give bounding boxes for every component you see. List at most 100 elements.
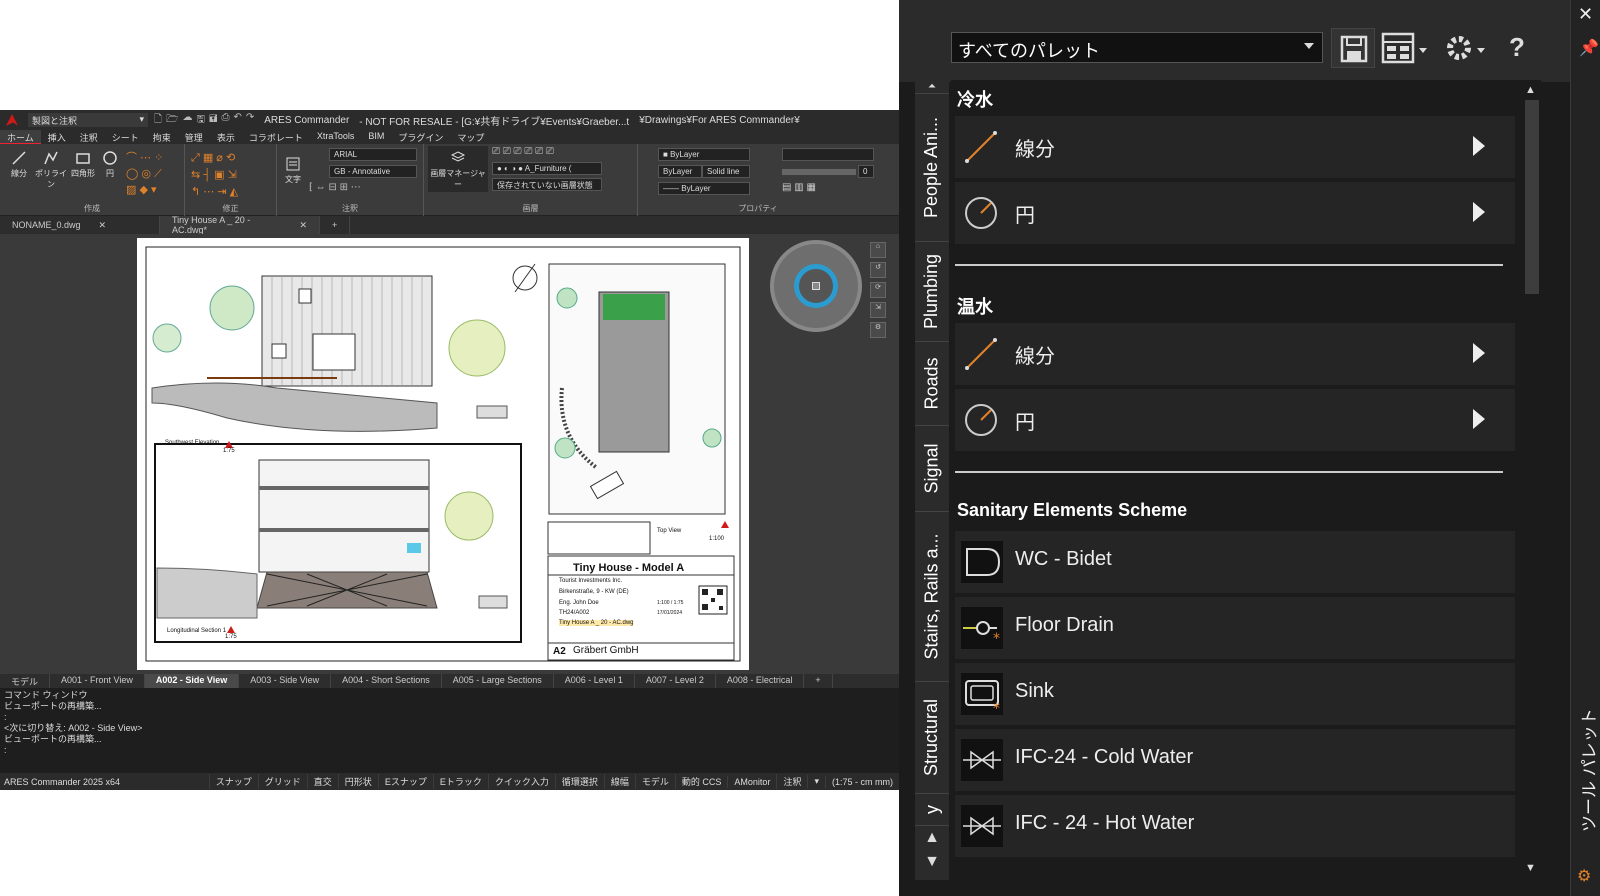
tab-constraints[interactable]: 拘束 (146, 130, 178, 144)
pin-icon[interactable]: 📌 (1579, 38, 1599, 58)
palette-item-line[interactable]: 線分 (955, 116, 1515, 178)
navigation-wheel[interactable] (770, 240, 862, 332)
tab-insert[interactable]: 挿入 (41, 130, 73, 144)
workspace-select[interactable]: 製図と注釈 ▾ (28, 113, 148, 127)
save-palette-button[interactable] (1331, 28, 1375, 68)
layout-tab-a002[interactable]: A002 - Side View (144, 674, 240, 688)
palette-item-sink[interactable]: * Sink (955, 663, 1515, 725)
tab-annotate[interactable]: 注釈 (73, 130, 105, 144)
palette-item-hot-water-valve[interactable]: IFC - 24 - Hot Water (955, 795, 1515, 857)
quick-input-toggle[interactable]: クイック入力 (487, 774, 555, 789)
layout-tab-a006[interactable]: A006 - Level 1 (554, 674, 635, 688)
help-icon[interactable]: ? (1497, 28, 1537, 68)
layer-select[interactable]: ● ◐ ◑ ● A_Furniture ( (492, 162, 602, 175)
palette-tab-plumbing[interactable]: Plumbing (915, 242, 949, 342)
transparency-slider[interactable] (782, 169, 856, 175)
tab-bim[interactable]: BIM (361, 130, 391, 144)
chevron-down-icon[interactable]: ▾ (807, 775, 825, 788)
transparency-value-box[interactable]: 0 (858, 165, 874, 178)
palette-tab-stairs[interactable]: Stairs, Rails a... (915, 512, 949, 682)
polyline-tool-button[interactable]: ポリライン (34, 150, 68, 190)
flyout-arrow-icon[interactable] (1473, 409, 1485, 429)
tab-view[interactable]: 表示 (210, 130, 242, 144)
lineweight-toggle[interactable]: 線幅 (603, 774, 635, 789)
print-icon[interactable]: ⎙ (221, 112, 229, 129)
palette-tab-signal[interactable]: Signal (915, 426, 949, 512)
tab-manage[interactable]: 管理 (178, 130, 210, 144)
tabs-scroll-down-arrow-icon[interactable]: ▼ (915, 850, 949, 874)
close-icon[interactable]: ✕ (1578, 4, 1593, 25)
view-cube-icon[interactable] (812, 282, 820, 290)
annotation-toggle[interactable]: 注釈 (776, 774, 807, 789)
layer-tools[interactable]: ⎚ ⎚ ⎚ ⎚ ⎚ ⎚ (492, 146, 632, 157)
palette-item-line[interactable]: 線分 (955, 323, 1515, 385)
palette-item-cold-water-valve[interactable]: IFC-24 - Cold Water (955, 729, 1515, 791)
undo-icon[interactable]: ↶ (233, 112, 241, 129)
doc-tab-noname[interactable]: NONAME_0.dwg ✕ (0, 216, 160, 234)
close-icon[interactable]: ✕ (99, 220, 107, 231)
ortho-toggle[interactable]: 直交 (306, 774, 338, 789)
modify-tools[interactable]: ⤢ ▦ ⌀ ⟲ ⇆ ┤ ▣ ⇲ ↰ ⋯ ⇥ ◭ (191, 150, 271, 201)
tabs-scroll-up-arrow-icon[interactable]: ▲ (915, 826, 949, 850)
rectangle-tool-button[interactable]: 四角形 (68, 150, 98, 179)
snap-toggle[interactable]: スナップ (208, 774, 258, 789)
palette-item-wc-bidet[interactable]: WC - Bidet (955, 531, 1515, 593)
linetype-select[interactable]: ByLayer (658, 165, 702, 178)
orbit-icon[interactable]: ↺ (870, 262, 886, 278)
open-icon[interactable]: 🗁 (166, 112, 178, 129)
palette-item-circle[interactable]: 円 (955, 389, 1515, 451)
new-icon[interactable]: 🗋 (154, 112, 162, 129)
view-options-button[interactable] (1379, 28, 1439, 68)
font-select[interactable]: ARIAL (329, 148, 417, 161)
flyout-arrow-icon[interactable] (1473, 202, 1485, 222)
circle-tool-button[interactable]: 円 (98, 150, 122, 179)
tab-collaborate[interactable]: コラボレート (242, 130, 310, 144)
tab-sheet[interactable]: シート (105, 130, 146, 144)
layout-tab-a003[interactable]: A003 - Side View (239, 674, 332, 688)
layout-tab-model[interactable]: モデル (0, 674, 51, 688)
palette-item-floor-drain[interactable]: * Floor Drain (955, 597, 1515, 659)
layout-tab-a008[interactable]: A008 - Electrical (716, 674, 805, 688)
text-tool-button[interactable]: 文字 (281, 156, 305, 185)
layout-tab-a005[interactable]: A005 - Large Sections (442, 674, 554, 688)
palette-tab-roads[interactable]: Roads (915, 342, 949, 426)
zoom-icon[interactable]: ⇲ (870, 302, 886, 318)
esnap-toggle[interactable]: Eスナップ (377, 774, 433, 789)
home-view-icon[interactable]: ⌂ (870, 242, 886, 258)
add-layout-button[interactable]: + (804, 674, 833, 688)
layout-tab-a007[interactable]: A007 - Level 2 (635, 674, 716, 688)
flyout-arrow-icon[interactable] (1473, 136, 1485, 156)
layer-state-select[interactable]: 保存されていない画層状態 (492, 178, 602, 191)
gear-icon[interactable]: ⚙ (870, 322, 886, 338)
rotate-90-icon[interactable]: ⟳ (870, 282, 886, 298)
plot-style-select[interactable] (782, 148, 874, 161)
tab-map[interactable]: マップ (450, 130, 491, 144)
ares-logo-icon[interactable] (4, 111, 22, 129)
scroll-up-icon[interactable]: ▲ (1525, 84, 1536, 96)
draw-extra-tools[interactable]: ⌒ ⋯ ⁘ ◯ ◎ ⟋ ▨ ◆ ▾ (126, 150, 182, 198)
color-select[interactable]: ■ ByLayer (658, 148, 750, 161)
doc-tab-tiny-house[interactable]: Tiny House A _ 20 - AC.dwg* ✕ (160, 215, 320, 235)
palette-properties-icon[interactable]: ⚙ (1577, 866, 1591, 886)
drawing-canvas[interactable]: Southwest Elevation 1:75 Longitudinal Se… (0, 234, 899, 674)
tabs-scroll-up-icon[interactable]: ⏶ (915, 80, 949, 94)
polar-toggle[interactable]: 円形状 (337, 774, 378, 789)
palette-group-select[interactable]: すべてのパレット (951, 32, 1323, 63)
linetype-name-select[interactable]: Solid line (702, 165, 750, 178)
cycle-select-toggle[interactable]: 循環選択 (554, 774, 604, 789)
layer-manager-button[interactable]: 画層マネージャー (428, 146, 488, 192)
tab-xtratools[interactable]: XtraTools (310, 130, 362, 144)
command-window[interactable]: コマンド ウィンドウ ビューポートの再構築... : <次に切り替え: A002… (0, 688, 899, 773)
settings-button[interactable] (1441, 28, 1491, 68)
dimstyle-select[interactable]: GB - Annotative (329, 165, 417, 178)
tab-plugins[interactable]: プラグイン (391, 130, 450, 144)
scrollbar-thumb[interactable] (1525, 100, 1539, 294)
properties-tools[interactable]: ▤ ▥ ▦ (782, 182, 842, 193)
layout-tab-a004[interactable]: A004 - Short Sections (331, 674, 442, 688)
scale-readout[interactable]: (1:75 - cm mm) (824, 775, 899, 788)
lineweight-select[interactable]: —— ByLayer (658, 182, 750, 195)
line-tool-button[interactable]: 線分 (4, 150, 34, 179)
palette-item-circle[interactable]: 円 (955, 182, 1515, 244)
redo-icon[interactable]: ↷ (246, 112, 254, 129)
amonitor-toggle[interactable]: AMonitor (727, 775, 776, 788)
